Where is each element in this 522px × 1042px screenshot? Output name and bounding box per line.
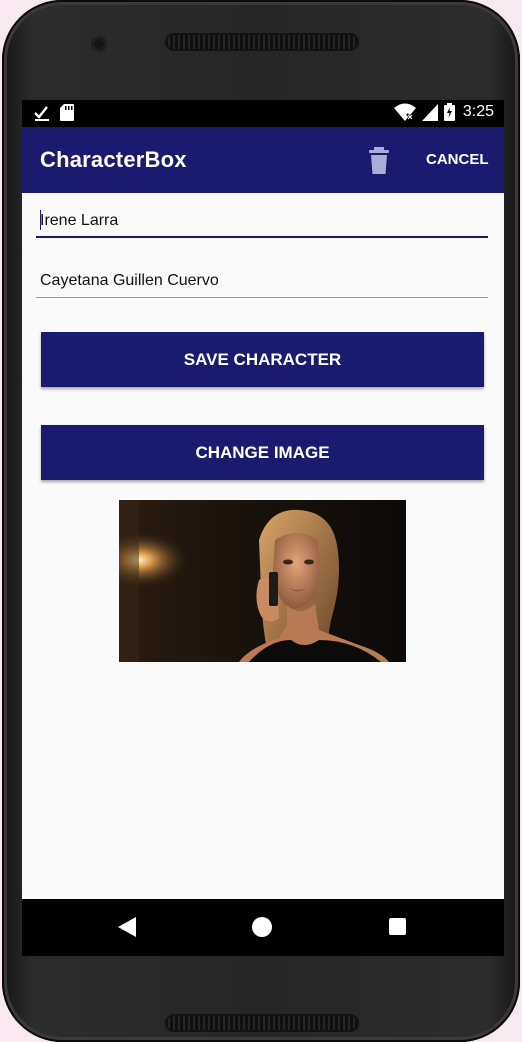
text-cursor: [40, 210, 41, 230]
top-speaker-grille: [165, 33, 359, 51]
status-bar: 3:25: [22, 100, 504, 127]
character-name-value: Irene Larra: [40, 212, 119, 229]
field-underline: [36, 297, 488, 298]
character-photo: [119, 500, 406, 662]
phone-frame: 3:25 CharacterBox CANCEL Irene Larra Cay…: [2, 0, 520, 1042]
app-bar: CharacterBox CANCEL: [22, 127, 504, 193]
download-done-icon: [34, 105, 49, 121]
trash-icon[interactable]: [367, 144, 391, 176]
cancel-button[interactable]: CANCEL: [426, 151, 489, 168]
sd-card-icon: [60, 104, 74, 121]
woman-on-phone-photo: [119, 500, 406, 662]
battery-charging-icon: [443, 103, 455, 121]
field-underline-focused: [36, 236, 488, 238]
back-icon[interactable]: [118, 917, 136, 937]
bottom-speaker-grille: [165, 1014, 359, 1032]
signal-icon: [421, 103, 438, 121]
character-name-field[interactable]: Irene Larra: [36, 208, 488, 238]
actor-name-value: Cayetana Guillen Cuervo: [40, 272, 219, 289]
recents-icon[interactable]: [389, 918, 406, 935]
home-icon[interactable]: [252, 917, 272, 937]
app-title: CharacterBox: [40, 147, 187, 172]
system-nav-bar: [22, 899, 504, 956]
actor-name-field[interactable]: Cayetana Guillen Cuervo: [36, 268, 488, 298]
clock: 3:25: [462, 103, 494, 120]
front-camera: [91, 36, 107, 52]
device-screen: 3:25 CharacterBox CANCEL Irene Larra Cay…: [22, 100, 504, 956]
change-image-button[interactable]: CHANGE IMAGE: [41, 425, 484, 480]
save-character-button[interactable]: SAVE CHARACTER: [41, 332, 484, 387]
wifi-icon: [393, 103, 416, 121]
